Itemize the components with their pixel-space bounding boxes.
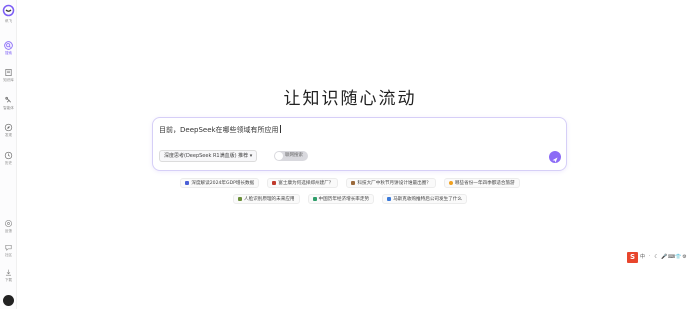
web-search-toggle[interactable]: 联网搜索 [274, 151, 308, 161]
suggestion-chip[interactable]: 深度解读2024年GDP增长数据 [180, 178, 260, 188]
logo-label: 讯飞 [5, 19, 12, 23]
ime-lang-icon[interactable]: 中 [640, 254, 645, 260]
ime-moon-icon[interactable]: ☾ [654, 254, 659, 260]
chip-icon [387, 197, 392, 201]
chip-icon [272, 181, 277, 185]
sidebar-item-label: 社区 [5, 253, 12, 257]
search-input[interactable]: 目前，DeepSeek在哪些领域有所应用 [159, 125, 281, 135]
chip-icon [237, 197, 242, 201]
sidebar-item-download[interactable]: 下载 [0, 268, 17, 283]
sidebar-item-label: 历史 [5, 161, 12, 165]
community-icon [5, 244, 12, 251]
page-title: 让知识随心流动 [283, 89, 417, 109]
search-icon [4, 41, 13, 50]
sidebar-item-label: 知识库 [3, 78, 14, 82]
toggle-knob [275, 152, 283, 160]
suggestion-chip[interactable]: 中国历年经济增长率走势 [307, 194, 375, 204]
chip-icon [185, 181, 190, 185]
sidebar-item-feedback[interactable]: 反馈 [0, 219, 17, 234]
model-mode-label: 深度思考(DeepSeek R1满血版) 推荐 ▾ [164, 153, 253, 159]
search-query-text: 目前，DeepSeek在哪些领域有所应用 [159, 126, 279, 134]
sidebar-item-history[interactable]: 历史 [0, 151, 17, 166]
sidebar: 讯飞 搜索 知识库 智能体 发现 历史 反馈 社区 下载 [0, 0, 17, 309]
feedback-icon [5, 220, 12, 227]
send-icon [552, 157, 558, 163]
chip-label: 中国历年经济增长率走势 [318, 196, 370, 202]
chip-label: 科技大厂中秋节月饼设计谁最出圈？ [357, 180, 431, 186]
chip-label: 哪些省份一年四季都适合旅游 [454, 180, 515, 186]
chip-icon [351, 181, 356, 185]
suggestion-chip[interactable]: 科技大厂中秋节月饼设计谁最出圈？ [346, 178, 436, 188]
suggestion-chip[interactable]: 人脸识别原理的未来应用 [232, 194, 300, 204]
ime-mic-icon[interactable]: 🎤 [661, 254, 667, 260]
model-mode-select[interactable]: 深度思考(DeepSeek R1满血版) 推荐 ▾ [159, 150, 258, 162]
ime-settings-icon[interactable]: ⚙ [682, 254, 687, 260]
sidebar-item-search[interactable]: 搜索 [0, 41, 17, 56]
sidebar-item-discover[interactable]: 发现 [0, 123, 17, 138]
discover-icon [4, 123, 13, 132]
ime-punct-icon[interactable]: ᐧ [647, 254, 652, 260]
suggestion-row-2: 人脸识别原理的未来应用 中国历年经济增长率走势 马斯克收购推特后公司发生了什么 [0, 194, 700, 204]
sidebar-item-label: 搜索 [5, 51, 12, 55]
suggestion-chip[interactable]: 富士康为何选择郑州建厂？ [267, 178, 339, 188]
sidebar-item-label: 下载 [5, 278, 12, 282]
book-icon [5, 69, 12, 76]
chip-label: 富士康为何选择郑州建厂？ [278, 180, 334, 186]
sidebar-item-label: 发现 [5, 133, 12, 137]
sidebar-item-label: 反馈 [5, 229, 12, 233]
avatar[interactable] [3, 295, 14, 306]
history-icon [4, 151, 13, 160]
text-caret [279, 125, 281, 133]
web-search-toggle-label: 联网搜索 [285, 153, 303, 158]
logo-icon[interactable] [2, 4, 15, 17]
suggestion-chip[interactable]: 马斯克收购推特后公司发生了什么 [382, 194, 467, 204]
send-button[interactable] [549, 151, 561, 163]
sidebar-item-knowledge[interactable]: 知识库 [0, 68, 17, 83]
ime-keyboard-icon[interactable]: ⌨ [668, 254, 675, 260]
chip-label: 马斯克收购推特后公司发生了什么 [393, 196, 462, 202]
chip-icon [312, 197, 317, 201]
chip-icon [448, 181, 453, 185]
search-box[interactable]: 目前，DeepSeek在哪些领域有所应用 深度思考(DeepSeek R1满血版… [152, 117, 567, 171]
ime-toolbar[interactable]: S 中 ᐧ ☾ 🎤 ⌨ 👕 ⚙ [627, 251, 687, 263]
ime-skin-icon[interactable]: 👕 [675, 254, 681, 260]
sidebar-item-community[interactable]: 社区 [0, 243, 17, 258]
suggestion-chip[interactable]: 哪些省份一年四季都适合旅游 [443, 178, 520, 188]
suggestion-row-1: 深度解读2024年GDP增长数据 富士康为何选择郑州建厂？ 科技大厂中秋节月饼设… [0, 178, 700, 188]
download-icon [5, 269, 12, 276]
chip-label: 深度解读2024年GDP增长数据 [191, 180, 255, 186]
ime-logo-icon[interactable]: S [627, 251, 638, 263]
chip-label: 人脸识别原理的未来应用 [243, 196, 295, 202]
